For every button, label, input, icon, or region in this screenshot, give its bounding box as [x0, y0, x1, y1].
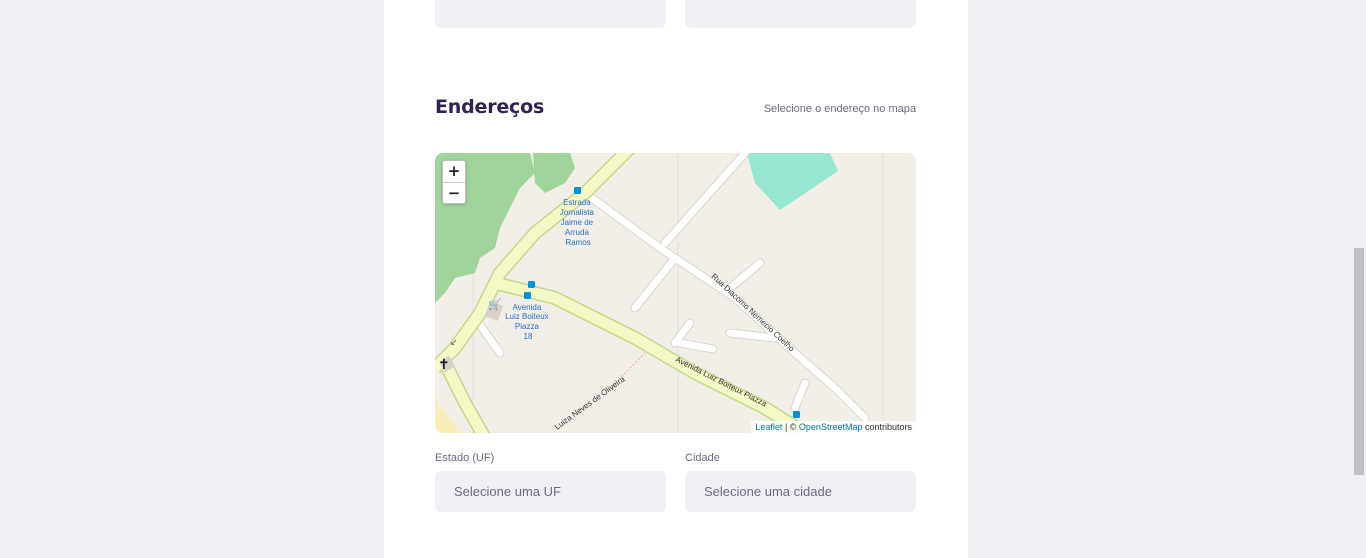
page-scrollbar[interactable]	[1354, 248, 1364, 475]
section-title: Endereços	[435, 96, 545, 118]
stop-label-avenida: Avenida Luiz Boiteux Piazza 18	[505, 303, 551, 341]
uf-select[interactable]: Selecione uma UF	[435, 471, 666, 512]
city-label: Cidade	[685, 452, 720, 464]
zoom-control: + −	[442, 160, 466, 204]
forest-area	[533, 153, 575, 193]
street-label-rua-diacomo: Rua Diacomo Nemecio Coelho	[710, 272, 797, 354]
stop-label-estrada: Estrada Jornalista Jaime de Arruda Ramos	[560, 198, 596, 247]
bus-stop-icon[interactable]	[528, 281, 535, 288]
uf-label: Estado (UF)	[435, 452, 495, 464]
shop-icon: 🛒	[488, 298, 502, 311]
sand-area	[435, 398, 460, 433]
zoom-out-button[interactable]: −	[443, 183, 465, 204]
attribution-suffix: contributors	[862, 422, 912, 432]
previous-field-right[interactable]	[685, 0, 916, 28]
address-map[interactable]: ✝ 🛒 Estrada Jornalista Jaime de Arruda R…	[435, 153, 916, 433]
city-select[interactable]: Selecione uma cidade	[685, 471, 916, 512]
map-attribution: Leaflet | © OpenStreetMap contributors	[751, 421, 916, 433]
church-icon: ✝	[438, 357, 450, 373]
map-tiles[interactable]: ✝ 🛒 Estrada Jornalista Jaime de Arruda R…	[435, 153, 916, 433]
oneway-arrow-icon: ↙	[450, 338, 458, 348]
osm-link[interactable]: OpenStreetMap	[799, 422, 863, 432]
form-card: Endereços Selecione o endereço no mapa ✝…	[384, 0, 968, 558]
section-hint: Selecione o endereço no mapa	[763, 103, 916, 115]
park-area	[747, 153, 838, 210]
bus-stop-icon[interactable]	[574, 187, 581, 194]
bus-stop-icon[interactable]	[793, 411, 800, 418]
street-label-luiza-neves: Luiza Neves de Oliveira	[553, 374, 627, 431]
leaflet-link[interactable]: Leaflet	[755, 422, 782, 432]
previous-field-left[interactable]	[435, 0, 666, 28]
zoom-in-button[interactable]: +	[443, 161, 465, 183]
bus-stop-icon[interactable]	[524, 292, 531, 299]
street-label-avenida-luiz: Avenida Luiz Boiteux Piazza	[674, 355, 768, 409]
attribution-separator: | ©	[782, 422, 799, 432]
